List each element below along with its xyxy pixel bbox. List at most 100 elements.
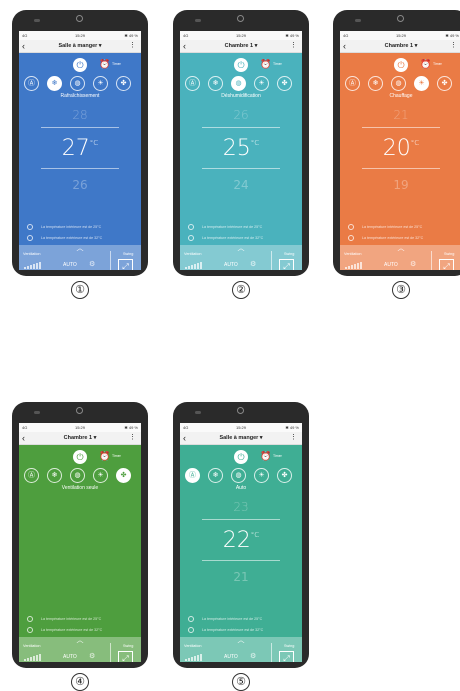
temp-down-value[interactable]: 21 — [180, 570, 302, 584]
mode-dry-button[interactable]: ◍ — [231, 468, 246, 483]
power-icon: ⏻ — [237, 452, 245, 462]
status-time: 15:29 — [235, 33, 246, 38]
control-area: ⏻ ⏰ Timer Ⓐ ❄ ◍ ☀ ✤ Chauffage 21 20°C 19 La … — [340, 53, 460, 270]
divider — [202, 519, 280, 520]
swing-icon[interactable]: ⤢ — [439, 259, 454, 270]
app-screen: 4G 15:29 ✱ 49 % ‹ Salle à manger ▾ ⋮ ⏻ ⏰… — [180, 423, 302, 662]
mode-dry-button[interactable]: ◍ — [391, 76, 406, 91]
swing-icon[interactable]: ⤢ — [279, 651, 294, 662]
power-button[interactable]: ⏻ — [234, 450, 248, 464]
fan-speed-slider[interactable] — [24, 261, 44, 269]
fan-mode-value[interactable]: AUTO — [63, 654, 77, 660]
more-icon[interactable]: ⋮ — [129, 40, 136, 52]
power-button[interactable]: ⏻ — [394, 58, 408, 72]
indoor-temp-info: La température intérieure est de 25°C — [188, 224, 298, 230]
outdoor-temp-info: La température extérieure est de 32°C — [188, 235, 298, 241]
alarm-clock-icon[interactable]: ⏰ — [260, 451, 271, 461]
alarm-clock-icon[interactable]: ⏰ — [99, 59, 110, 69]
mode-auto-button[interactable]: Ⓐ — [185, 76, 200, 91]
power-icon: ⏻ — [76, 452, 84, 462]
divider — [271, 643, 272, 662]
swing-icon[interactable]: ⤢ — [279, 259, 294, 270]
mode-fan-button[interactable]: ✤ — [437, 76, 452, 91]
fan-panel: ︿ Ventilation AUTO ⚙ Swing ⤢ — [19, 245, 141, 270]
status-time: 15:29 — [74, 33, 85, 38]
fan-speed-slider[interactable] — [345, 261, 365, 269]
mode-dry-button[interactable]: ◍ — [70, 468, 85, 483]
swing-label: Swing — [444, 252, 455, 256]
outdoor-temp-info: La température extérieure est de 32°C — [348, 235, 458, 241]
power-button[interactable]: ⏻ — [73, 450, 87, 464]
swing-icon[interactable]: ⤢ — [118, 651, 133, 662]
room-selector[interactable]: Chambre 1 ▾ — [340, 40, 460, 52]
fan-mode-value[interactable]: AUTO — [224, 654, 238, 660]
temp-up-value[interactable]: 21 — [340, 108, 460, 122]
divider — [41, 168, 119, 169]
mode-heat-button[interactable]: ☀ — [93, 468, 108, 483]
temp-down-value[interactable]: 26 — [19, 178, 141, 192]
temp-down-value[interactable]: 19 — [340, 178, 460, 192]
fan-panel: ︿ Ventilation AUTO ⚙ Swing ⤢ — [19, 637, 141, 662]
more-icon[interactable]: ⋮ — [450, 40, 457, 52]
more-icon[interactable]: ⋮ — [290, 432, 297, 444]
more-icon[interactable]: ⋮ — [129, 432, 136, 444]
mode-heat-button[interactable]: ☀ — [254, 76, 269, 91]
mode-cool-button[interactable]: ❄ — [208, 468, 223, 483]
swing-icon[interactable]: ⤢ — [118, 259, 133, 270]
fan-mode-value[interactable]: AUTO — [224, 262, 238, 268]
mode-auto-button[interactable]: Ⓐ — [24, 76, 39, 91]
set-temperature: 20°C — [382, 136, 420, 161]
mode-heat-button[interactable]: ☀ — [414, 76, 429, 91]
status-bar: 4G 15:29 ✱ 49 % — [19, 423, 141, 432]
room-selector[interactable]: Chambre 1 ▾ — [19, 432, 141, 444]
power-button[interactable]: ⏻ — [73, 58, 87, 72]
fan-mode-value[interactable]: AUTO — [384, 262, 398, 268]
mode-fan-button[interactable]: ✤ — [277, 468, 292, 483]
status-bar: 4G 15:29 ✱ 49 % — [180, 31, 302, 40]
temp-up-value[interactable]: 23 — [180, 500, 302, 514]
temp-up-value[interactable]: 28 — [19, 108, 141, 122]
gear-icon[interactable]: ⚙ — [89, 652, 95, 660]
alarm-clock-icon[interactable]: ⏰ — [260, 59, 271, 69]
mode-heat-button[interactable]: ☀ — [254, 468, 269, 483]
mode-cool-button[interactable]: ❄ — [47, 76, 62, 91]
gear-icon[interactable]: ⚙ — [89, 260, 95, 268]
room-selector[interactable]: Salle à manger ▾ — [180, 432, 302, 444]
alarm-clock-icon[interactable]: ⏰ — [420, 59, 431, 69]
mode-fan-button[interactable]: ✤ — [116, 76, 131, 91]
temp-up-value[interactable]: 26 — [180, 108, 302, 122]
fan-speed-slider[interactable] — [185, 261, 205, 269]
app-header: ‹ Salle à manger ▾ ⋮ — [19, 40, 141, 53]
mode-auto-button[interactable]: Ⓐ — [345, 76, 360, 91]
mode-cool-button[interactable]: ❄ — [47, 468, 62, 483]
outdoor-temp-info: La température extérieure est de 32°C — [27, 235, 137, 241]
room-selector[interactable]: Salle à manger ▾ — [19, 40, 141, 52]
power-button[interactable]: ⏻ — [234, 58, 248, 72]
app-screen: 4G 15:29 ✱ 49 % ‹ Chambre 1 ▾ ⋮ ⏻ ⏰ Time… — [340, 31, 460, 270]
mode-dry-button[interactable]: ◍ — [231, 76, 246, 91]
gear-icon[interactable]: ⚙ — [250, 652, 256, 660]
battery-label: ✱ 49 % — [124, 33, 138, 38]
gear-icon[interactable]: ⚙ — [250, 260, 256, 268]
mode-fan-button[interactable]: ✤ — [116, 468, 131, 483]
mode-heat-button[interactable]: ☀ — [93, 76, 108, 91]
control-area: ⏻ ⏰ Timer Ⓐ ❄ ◍ ☀ ✤ Auto 23 22°C 21 La tempé… — [180, 445, 302, 662]
mode-auto-button[interactable]: Ⓐ — [24, 468, 39, 483]
fan-speed-slider[interactable] — [24, 653, 44, 661]
gear-icon[interactable]: ⚙ — [410, 260, 416, 268]
mode-auto-button[interactable]: Ⓐ — [185, 468, 200, 483]
mode-cool-button[interactable]: ❄ — [208, 76, 223, 91]
fan-mode-value[interactable]: AUTO — [63, 262, 77, 268]
room-selector[interactable]: Chambre 1 ▾ — [180, 40, 302, 52]
temp-down-value[interactable]: 24 — [180, 178, 302, 192]
set-temperature: 22°C — [222, 528, 260, 553]
fan-speed-slider[interactable] — [185, 653, 205, 661]
mode-cool-button[interactable]: ❄ — [368, 76, 383, 91]
mode-dry-button[interactable]: ◍ — [70, 76, 85, 91]
mode-fan-button[interactable]: ✤ — [277, 76, 292, 91]
thermometer-icon — [27, 224, 33, 230]
alarm-clock-icon[interactable]: ⏰ — [99, 451, 110, 461]
speaker-icon — [34, 19, 40, 22]
indoor-temp-info: La température intérieure est de 25°C — [27, 616, 137, 622]
more-icon[interactable]: ⋮ — [290, 40, 297, 52]
